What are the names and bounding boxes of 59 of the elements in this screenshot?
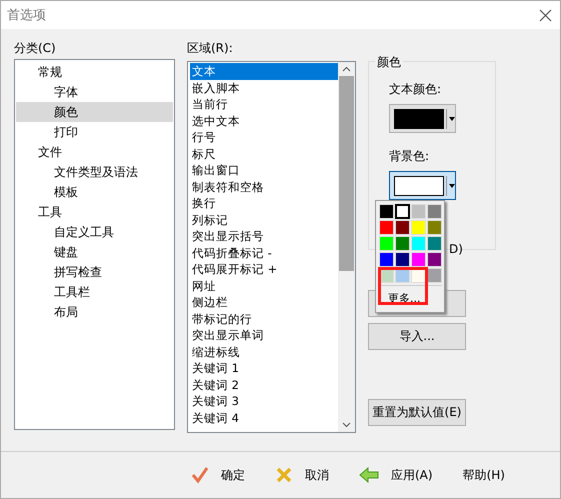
category-item[interactable]: 模板 xyxy=(16,182,173,202)
caret-icon xyxy=(449,184,455,188)
area-item[interactable]: 关键词 3 xyxy=(190,393,338,410)
area-item[interactable]: 关键词 2 xyxy=(190,376,338,393)
highlight-rectangle xyxy=(378,267,428,305)
import-button[interactable]: 导入... xyxy=(368,323,466,350)
background-color-label: 背景色: xyxy=(389,149,430,163)
cross-icon xyxy=(275,466,293,484)
dialog-button[interactable]: 应用(A) xyxy=(359,462,433,488)
area-item[interactable]: 缩进标线 xyxy=(190,344,338,360)
area-item[interactable]: 突出显示单词 xyxy=(190,327,338,344)
check-icon xyxy=(191,466,209,484)
category-item[interactable]: 键盘 xyxy=(16,242,173,262)
category-item[interactable]: 工具栏 xyxy=(16,282,173,302)
area-item[interactable]: 输出窗口 xyxy=(190,162,338,178)
category-item[interactable]: 颜色 xyxy=(16,102,173,122)
category-item[interactable]: 字体 xyxy=(16,82,173,102)
category-item[interactable]: 自定义工具 xyxy=(16,222,173,242)
area-item[interactable]: 关键词 4 xyxy=(190,410,338,426)
area-item[interactable]: 列标记 xyxy=(190,212,338,228)
area-item[interactable]: 侧边栏 xyxy=(190,294,338,310)
area-item[interactable]: 选中文本 xyxy=(190,112,338,129)
area-item[interactable]: 带标记的行 xyxy=(190,310,338,327)
area-item[interactable]: 标尺 xyxy=(190,146,338,162)
caret-icon xyxy=(449,116,455,120)
area-item[interactable]: 当前行 xyxy=(190,96,338,112)
text-color-picker[interactable] xyxy=(389,104,456,133)
window-title: 首选项 xyxy=(7,7,46,24)
reset-button[interactable]: 重置为默认值(E) xyxy=(368,399,466,426)
area-item[interactable]: 换行 xyxy=(190,195,338,212)
category-item[interactable]: 打印 xyxy=(16,122,173,142)
category-item[interactable]: 文件 xyxy=(16,142,173,162)
category-item[interactable]: 拼写检查 xyxy=(16,262,173,282)
category-item[interactable]: 常规 xyxy=(16,62,173,82)
area-label: 区域(R): xyxy=(187,41,234,55)
palette-swatch[interactable] xyxy=(395,204,410,219)
left-arrow-icon xyxy=(359,467,379,483)
category-label: 分类(C) xyxy=(14,41,57,55)
area-item[interactable]: 代码展开标记 + xyxy=(190,261,338,278)
area-item[interactable]: 突出显示括号 xyxy=(190,228,338,244)
close-icon[interactable] xyxy=(539,8,552,22)
dialog-button[interactable]: 取消 xyxy=(275,462,329,488)
area-item[interactable]: 网址 xyxy=(190,278,338,294)
area-item[interactable]: 文本 xyxy=(190,63,338,80)
scrollbar[interactable] xyxy=(338,62,355,432)
dialog-button[interactable]: 帮助(H) xyxy=(462,462,505,488)
area-item[interactable]: 关键词 1 xyxy=(190,360,338,376)
area-item[interactable]: 代码折叠标记 - xyxy=(190,244,338,261)
area-item[interactable]: 嵌入脚本 xyxy=(190,80,338,96)
category-item[interactable]: 布局 xyxy=(16,302,173,322)
dialog-button[interactable]: 确定 xyxy=(191,462,245,488)
checkbox-label: D) xyxy=(449,242,463,256)
background-color-picker[interactable] xyxy=(389,171,456,200)
category-item[interactable]: 工具 xyxy=(16,202,173,222)
text-color-label: 文本颜色: xyxy=(389,82,442,96)
area-item[interactable]: 制表符和空格 xyxy=(190,178,338,195)
category-item[interactable]: 文件类型及语法 xyxy=(16,162,173,182)
group-title: 颜色 xyxy=(375,54,403,71)
area-item[interactable]: 行号 xyxy=(190,129,338,146)
